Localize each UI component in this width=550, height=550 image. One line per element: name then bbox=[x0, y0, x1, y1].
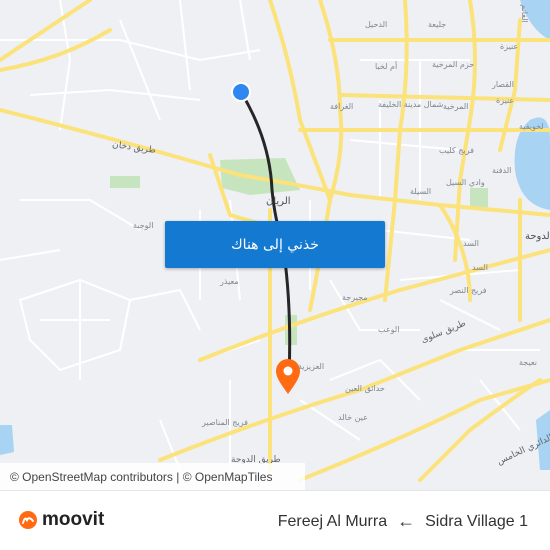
place-label: السيلة bbox=[410, 187, 432, 196]
place-label: فريج كليب bbox=[439, 146, 474, 155]
place-label: السد bbox=[463, 239, 479, 248]
park-east bbox=[470, 188, 488, 208]
moovit-logo[interactable]: moovit bbox=[18, 509, 104, 531]
origin-name: Sidra Village 1 bbox=[425, 512, 528, 530]
place-label: الدفنة bbox=[492, 166, 512, 175]
take-me-there-button[interactable]: خذني إلى هناك bbox=[165, 221, 385, 268]
moovit-logo-icon bbox=[19, 511, 37, 529]
place-label: وادي السيل bbox=[446, 178, 485, 187]
place-label: عين خالد bbox=[338, 413, 368, 422]
park-west bbox=[110, 176, 140, 188]
place-label: العزيزية bbox=[298, 362, 325, 371]
place-label: الدحيل bbox=[365, 20, 388, 29]
map-attribution[interactable]: © OpenStreetMap contributors | © OpenMap… bbox=[0, 463, 305, 490]
place-label: مجيرجة bbox=[342, 293, 368, 302]
place-label: السد bbox=[472, 263, 488, 272]
place-label: حدائق العين bbox=[345, 384, 385, 393]
map-view[interactable]: الدحيل جليعة أم لخبا حزم المرخية عنيزة القصار… bbox=[0, 0, 550, 490]
place-label: القصار bbox=[492, 80, 514, 89]
place-label: أم لخبا bbox=[375, 62, 398, 71]
place-label: الغانم bbox=[519, 4, 529, 23]
place-label: الوعب bbox=[378, 325, 400, 334]
place-label: عنيزة bbox=[500, 42, 519, 51]
route-summary: Fereej Al Murra ← Sidra Village 1 bbox=[278, 511, 528, 532]
origin-marker bbox=[231, 82, 251, 102]
place-label: عنيزة bbox=[496, 96, 515, 105]
place-label: لخويفية bbox=[519, 122, 544, 131]
place-label: فريج المناصير bbox=[202, 418, 248, 427]
place-label: معيذر bbox=[220, 277, 239, 286]
west-water bbox=[0, 425, 14, 455]
place-label: الريان bbox=[266, 196, 291, 207]
destination-pin bbox=[276, 359, 300, 394]
arrow-left-icon: ← bbox=[397, 511, 416, 531]
place-label: نعيجة bbox=[519, 358, 537, 367]
place-label: جليعة bbox=[428, 20, 447, 29]
place-label: الغرافة bbox=[330, 102, 354, 111]
footer-bar: moovit Fereej Al Murra ← Sidra Village 1 bbox=[0, 490, 550, 550]
place-label: حزم المرخية bbox=[432, 60, 475, 69]
place-label: الوجبة bbox=[133, 221, 154, 230]
moovit-logo-text: moovit bbox=[42, 509, 105, 530]
place-label: شمال مدينة الخليفة bbox=[378, 100, 444, 109]
place-label: فريج النصر bbox=[450, 286, 487, 295]
place-label: الدوحة bbox=[525, 231, 550, 242]
place-label: المرخية bbox=[443, 102, 469, 111]
destination-name: Fereej Al Murra bbox=[277, 512, 388, 530]
